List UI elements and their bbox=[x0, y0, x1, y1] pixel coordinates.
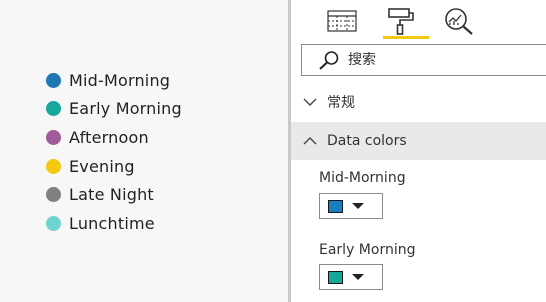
search-input[interactable] bbox=[348, 52, 528, 68]
color-swatch bbox=[328, 199, 343, 213]
search-icon bbox=[318, 50, 340, 70]
legend-label: Lunchtime bbox=[69, 213, 155, 233]
tab-format[interactable] bbox=[381, 4, 421, 38]
legend-marker bbox=[46, 72, 61, 88]
legend-label: Early Morning bbox=[69, 99, 182, 119]
color-picker-early-morning[interactable] bbox=[319, 264, 383, 290]
caret-down-icon bbox=[352, 273, 364, 281]
legend-label: Evening bbox=[69, 156, 135, 176]
legend-label: Mid-Morning bbox=[69, 70, 171, 90]
section-general-title: 常规 bbox=[327, 95, 355, 111]
chevron-down-icon bbox=[303, 97, 317, 107]
format-pane: 常规 Data colors Mid-Morning Early Morning bbox=[288, 0, 546, 302]
legend-marker bbox=[46, 187, 61, 203]
legend-item[interactable]: Afternoon bbox=[46, 123, 182, 152]
legend-marker bbox=[46, 215, 61, 231]
color-picker-mid-morning[interactable] bbox=[319, 193, 383, 219]
legend-item[interactable]: Mid-Morning bbox=[46, 66, 182, 95]
pane-tab-bar bbox=[291, 0, 546, 40]
tab-fields[interactable] bbox=[325, 4, 359, 38]
tab-analytics[interactable] bbox=[441, 4, 477, 38]
legend-marker bbox=[46, 101, 61, 117]
legend-marker bbox=[46, 158, 61, 174]
chevron-up-icon bbox=[303, 136, 317, 146]
color-field-label: Early Morning bbox=[319, 242, 416, 258]
legend-item[interactable]: Evening bbox=[46, 152, 182, 181]
chart-legend: Mid-Morning Early Morning Afternoon Even… bbox=[0, 0, 288, 302]
legend-label: Afternoon bbox=[69, 127, 149, 147]
caret-down-icon bbox=[352, 202, 364, 210]
analytics-magnifier-icon bbox=[445, 8, 473, 35]
section-data-colors-title: Data colors bbox=[327, 133, 407, 149]
legend-item[interactable]: Late Night bbox=[46, 180, 182, 209]
search-box[interactable] bbox=[301, 44, 546, 76]
active-tab-indicator bbox=[383, 36, 429, 39]
section-data-colors-header[interactable]: Data colors bbox=[291, 122, 546, 160]
legend-label: Late Night bbox=[69, 185, 154, 205]
legend-marker bbox=[46, 129, 61, 145]
legend-item[interactable]: Early Morning bbox=[46, 95, 182, 124]
paint-roller-icon bbox=[388, 8, 414, 35]
legend-item[interactable]: Lunchtime bbox=[46, 209, 182, 238]
section-general-header[interactable]: 常规 bbox=[291, 84, 546, 120]
legend-list: Mid-Morning Early Morning Afternoon Even… bbox=[46, 66, 182, 238]
color-field-label: Mid-Morning bbox=[319, 170, 406, 186]
color-swatch bbox=[328, 270, 343, 284]
fields-table-icon bbox=[327, 10, 357, 32]
